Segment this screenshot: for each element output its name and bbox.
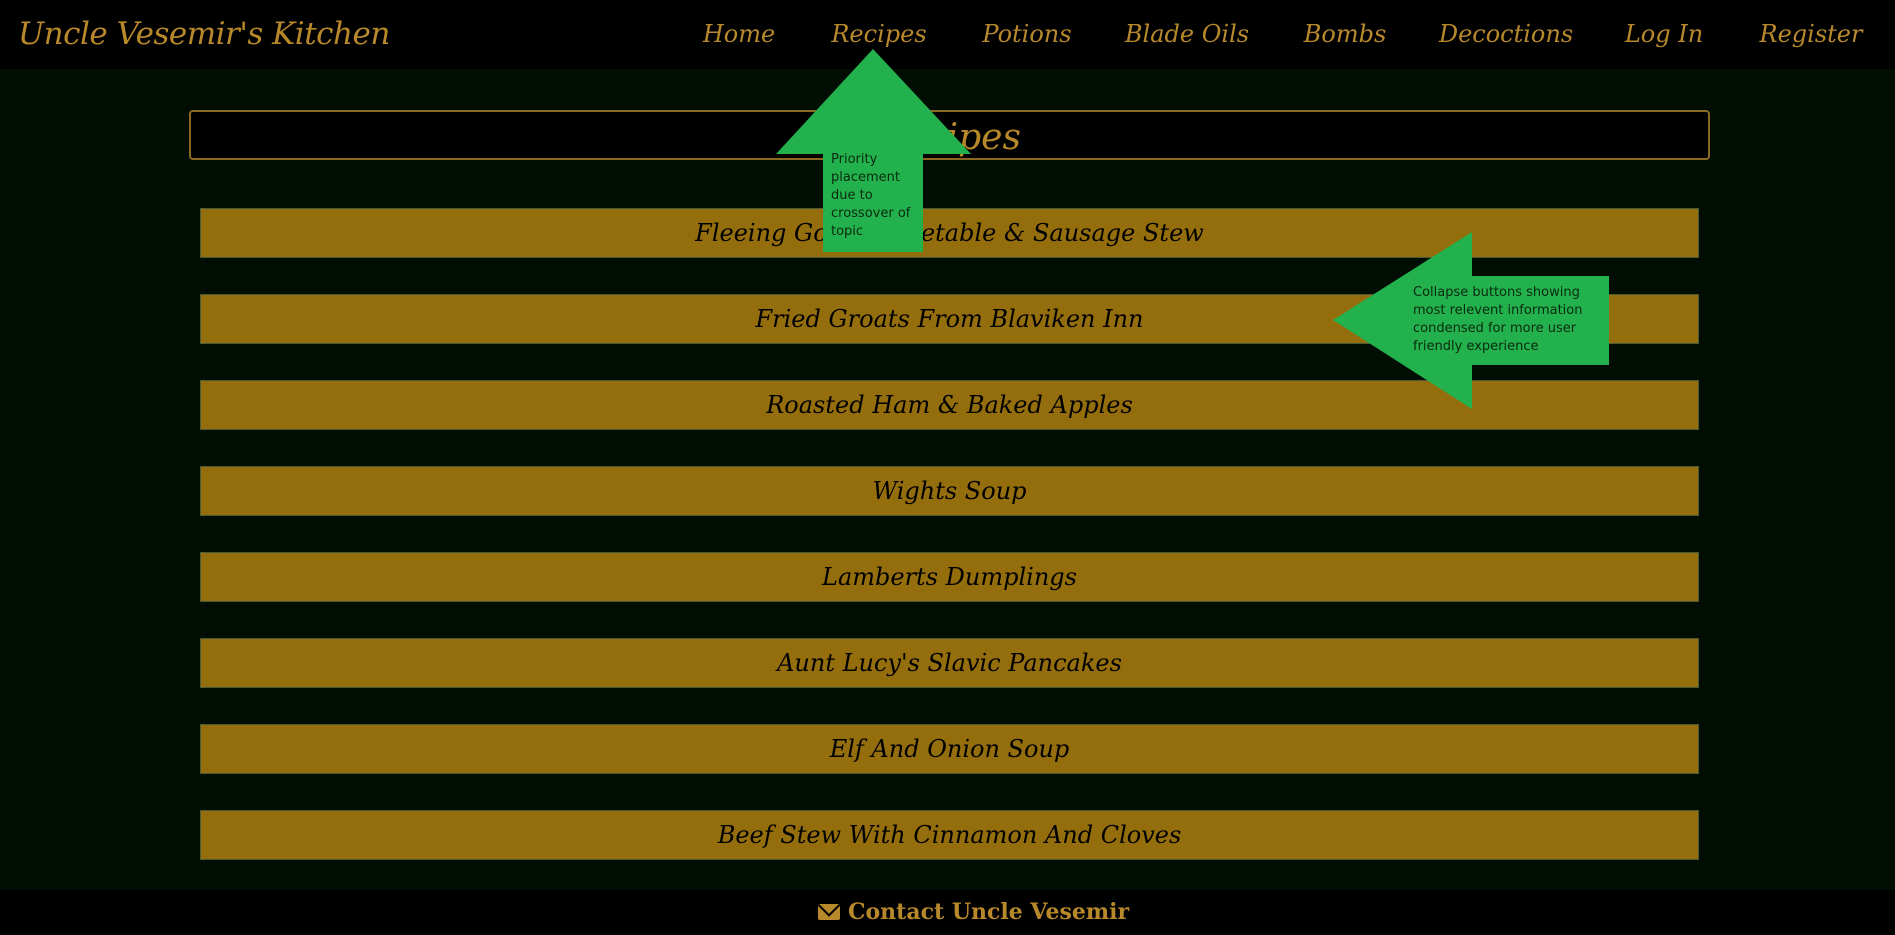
nav-decoctions[interactable]: Decoctions — [1439, 0, 1573, 69]
recipe-collapse-button[interactable]: Fleeing Goose Vegetable & Sausage Stew — [200, 208, 1699, 258]
footer: Contact Uncle Vesemir — [0, 890, 1895, 935]
recipe-collapse-button[interactable]: Roasted Ham & Baked Apples — [200, 380, 1699, 430]
brand-link[interactable]: Uncle Vesemir's Kitchen — [18, 0, 390, 69]
nav-log-in[interactable]: Log In — [1625, 0, 1703, 69]
navbar: Uncle Vesemir's Kitchen Home Recipes Pot… — [0, 0, 1895, 69]
recipe-collapse-button[interactable]: Beef Stew With Cinnamon And Cloves — [200, 810, 1699, 860]
nav-potions[interactable]: Potions — [982, 0, 1071, 69]
nav-bombs[interactable]: Bombs — [1304, 0, 1387, 69]
nav-register[interactable]: Register — [1760, 0, 1863, 69]
recipe-collapse-button[interactable]: Aunt Lucy's Slavic Pancakes — [200, 638, 1699, 688]
recipe-collapse-button[interactable]: Wights Soup — [200, 466, 1699, 516]
nav-home[interactable]: Home — [703, 0, 775, 69]
nav-recipes[interactable]: Recipes — [831, 0, 926, 69]
contact-label: Contact Uncle Vesemir — [848, 899, 1130, 925]
page-title-box: Recipes — [189, 110, 1710, 160]
nav-blade-oils[interactable]: Blade Oils — [1125, 0, 1249, 69]
page-title: Recipes — [878, 117, 1021, 158]
recipe-collapse-button[interactable]: Elf And Onion Soup — [200, 724, 1699, 774]
recipe-collapse-button[interactable]: Lamberts Dumplings — [200, 552, 1699, 602]
contact-link[interactable]: Contact Uncle Vesemir — [818, 890, 1129, 935]
recipe-collapse-button[interactable]: Fried Groats From Blaviken Inn — [200, 294, 1699, 344]
envelope-icon — [818, 904, 840, 920]
